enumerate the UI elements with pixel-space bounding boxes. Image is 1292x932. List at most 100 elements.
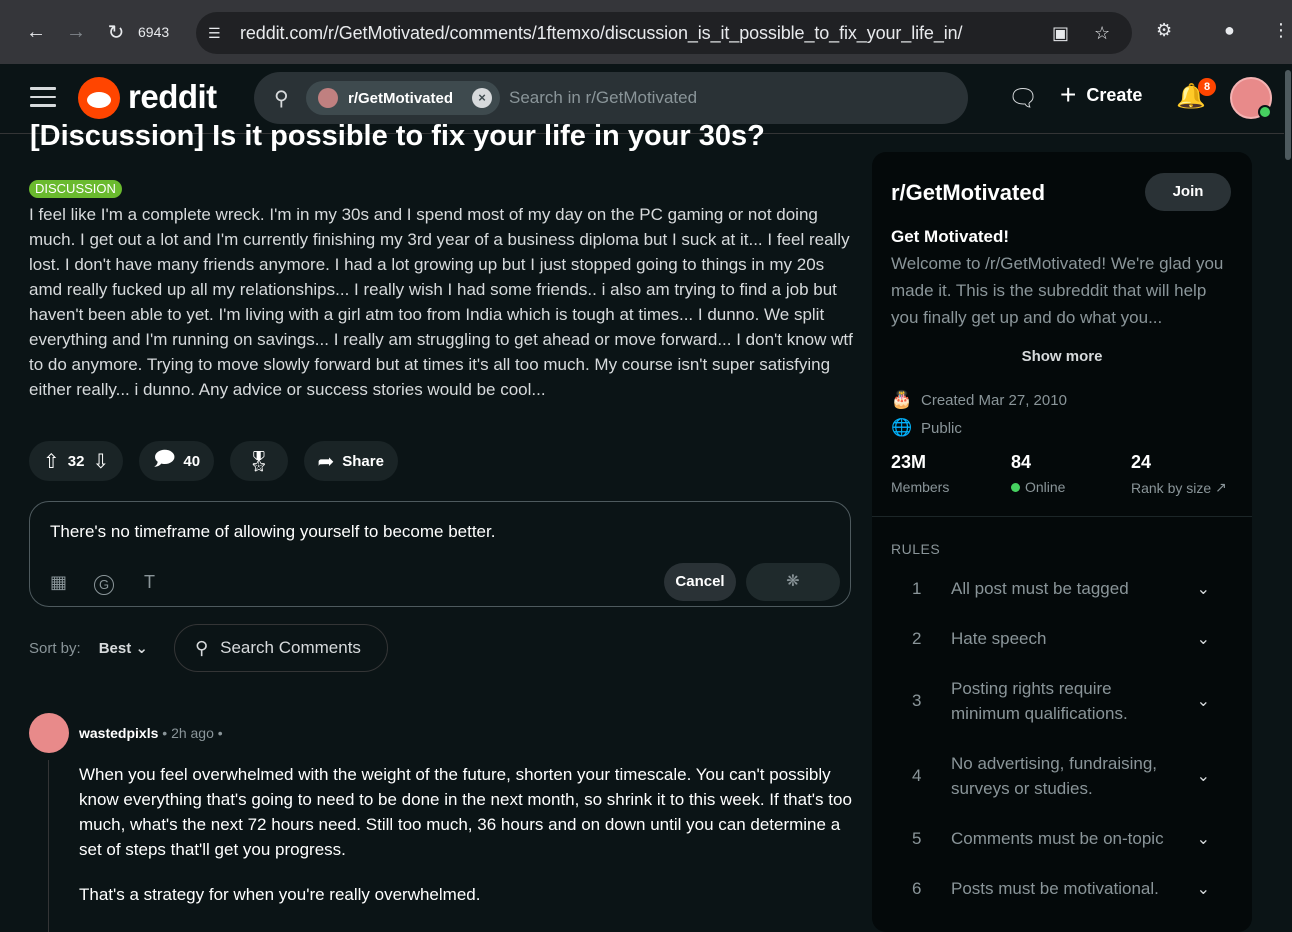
chevron-down-icon[interactable]: ⌄: [1197, 766, 1210, 786]
comment-composer[interactable]: There's no timeframe of allowing yoursel…: [29, 501, 851, 607]
search-icon: ⚲: [274, 88, 289, 110]
loading-spinner-icon: ❋: [786, 573, 800, 590]
install-app-icon[interactable]: ▣: [1052, 23, 1069, 44]
search-input[interactable]: Search in r/GetMotivated: [509, 88, 697, 108]
join-button[interactable]: Join: [1145, 173, 1231, 211]
share-button[interactable]: ➦ Share: [303, 441, 398, 481]
award-button[interactable]: 🎖: [230, 441, 288, 481]
back-icon[interactable]: ←: [16, 12, 56, 52]
post-flair[interactable]: DISCUSSION: [29, 180, 122, 198]
sort-value: Best: [98, 640, 132, 657]
chevron-down-icon[interactable]: ⌄: [1197, 691, 1210, 711]
chat-icon[interactable]: 🗨: [1008, 84, 1038, 113]
remove-chip-icon[interactable]: ×: [472, 88, 492, 108]
reload-icon[interactable]: ↻: [96, 12, 136, 52]
reddit-logo-icon[interactable]: [78, 77, 120, 119]
show-more-button[interactable]: Show more: [872, 348, 1252, 365]
rule-item[interactable]: 3 Posting rights require minimum qualifi…: [912, 676, 1232, 726]
chip-label: r/GetMotivated: [348, 89, 454, 107]
downvote-icon[interactable]: ⇩: [92, 449, 109, 474]
search-icon: ⚲: [194, 637, 209, 658]
online-label: Online: [1025, 479, 1066, 495]
rule-item[interactable]: 1 All post must be tagged ⌄: [912, 576, 1232, 601]
community-name[interactable]: r/GetMotivated: [891, 180, 1045, 206]
url-text[interactable]: reddit.com/r/GetMotivated/comments/1ftem…: [240, 23, 963, 44]
extensions-icon[interactable]: ⚙: [1156, 20, 1172, 41]
page-scrollbar[interactable]: [1284, 64, 1292, 932]
bookmark-star-icon[interactable]: ☆: [1094, 23, 1110, 44]
thread-line[interactable]: [48, 760, 49, 932]
external-link-icon: ↗: [1215, 479, 1227, 495]
rank-info: Rank by size ↗: [1131, 479, 1227, 496]
comment-author[interactable]: wastedpixls: [79, 725, 158, 741]
site-info-icon[interactable]: ☰: [208, 25, 232, 42]
chevron-down-icon[interactable]: ⌄: [1197, 579, 1210, 599]
search-comments-input[interactable]: ⚲ Search Comments: [173, 624, 388, 672]
award-icon: 🎖: [246, 450, 272, 473]
rules-heading: RULES: [891, 541, 941, 557]
members-count: 23M: [891, 452, 927, 472]
subreddit-search-chip[interactable]: r/GetMotivated ×: [306, 81, 500, 115]
rule-text: No advertising, fundraising, surveys or …: [951, 754, 1158, 798]
upvote-icon[interactable]: ⇧: [43, 449, 60, 474]
menu-kebab-icon[interactable]: ⋮: [1272, 20, 1290, 41]
create-label: Create: [1086, 84, 1143, 105]
hamburger-menu-icon[interactable]: [30, 87, 56, 109]
vote-count: 32: [67, 452, 85, 470]
text-format-icon[interactable]: T: [144, 572, 155, 593]
comment-textarea[interactable]: There's no timeframe of allowing yoursel…: [50, 522, 495, 542]
community-description: Welcome to /r/GetMotivated! We're glad y…: [891, 254, 1224, 327]
cancel-button[interactable]: Cancel: [664, 563, 736, 601]
online-dot-icon: [1011, 482, 1020, 492]
sort-label: Sort by:: [29, 639, 81, 657]
rule-number: 5: [912, 828, 922, 848]
rule-text: Posting rights require minimum qualifica…: [951, 679, 1128, 723]
rule-item[interactable]: 6 Posts must be motivational. ⌄: [912, 876, 1232, 901]
scrollbar-thumb[interactable]: [1285, 70, 1291, 160]
online-count: 84: [1011, 452, 1032, 472]
community-sidebar: r/GetMotivated Join Get Motivated! Welco…: [872, 152, 1252, 932]
comment-submit-button[interactable]: ❋: [746, 563, 840, 601]
create-button[interactable]: + Create: [1060, 79, 1143, 110]
search-comments-label: Search Comments: [220, 638, 361, 657]
visibility-label: Public: [921, 419, 962, 437]
chevron-down-icon[interactable]: ⌄: [1197, 829, 1210, 849]
members-label: Members: [891, 479, 950, 495]
forward-icon[interactable]: →: [56, 12, 96, 52]
user-avatar[interactable]: [1230, 77, 1272, 119]
notification-badge: 8: [1198, 78, 1216, 96]
members-stat: 23M Members: [891, 452, 949, 495]
chevron-down-icon[interactable]: ⌄: [1197, 879, 1210, 899]
rule-item[interactable]: 2 Hate speech ⌄: [912, 626, 1232, 651]
address-bar[interactable]: ☰ reddit.com/r/GetMotivated/comments/1ft…: [196, 12, 1132, 54]
sort-row: Sort by: Best ⌄ ⚲ Search Comments: [29, 624, 388, 672]
profile-icon[interactable]: ●: [1224, 20, 1235, 41]
search-bar[interactable]: ⚲ r/GetMotivated × Search in r/GetMotiva…: [254, 72, 968, 124]
share-label: Share: [342, 452, 384, 470]
reddit-logo-text[interactable]: reddit: [128, 78, 217, 116]
tab-count: 6943: [138, 24, 170, 40]
post-body: I feel like I'm a complete wreck. I'm in…: [29, 205, 853, 399]
globe-icon: 🌐: [891, 418, 913, 437]
created-info: 🎂 Created Mar 27, 2010: [891, 390, 1067, 410]
rule-item[interactable]: 5 Comments must be on-topic ⌄: [912, 826, 1232, 851]
chevron-down-icon[interactable]: ⌄: [1197, 629, 1210, 649]
rank-stat[interactable]: 24 Rank by size ↗: [1131, 452, 1227, 496]
rule-number: 3: [912, 691, 922, 710]
rule-text: Hate speech: [951, 629, 1047, 648]
comment-count: 40: [183, 452, 201, 470]
rule-text: Comments must be on-topic: [951, 829, 1164, 848]
plus-icon: +: [1060, 79, 1077, 110]
comment-avatar[interactable]: [29, 713, 69, 753]
online-info: Online: [1011, 479, 1065, 495]
image-upload-icon[interactable]: ▦: [50, 572, 67, 593]
chevron-down-icon: ⌄: [135, 640, 148, 657]
community-tagline: Get Motivated!: [891, 227, 1010, 246]
sort-dropdown[interactable]: Best ⌄: [99, 639, 148, 657]
comment-paragraph: When you feel overwhelmed with the weigh…: [79, 765, 852, 859]
gif-icon[interactable]: G: [94, 575, 114, 595]
rank-number: 24: [1131, 452, 1152, 472]
rule-item[interactable]: 4 No advertising, fundraising, surveys o…: [912, 751, 1232, 801]
comments-button[interactable]: 🗩 40: [139, 441, 215, 481]
subreddit-avatar: [318, 88, 338, 108]
